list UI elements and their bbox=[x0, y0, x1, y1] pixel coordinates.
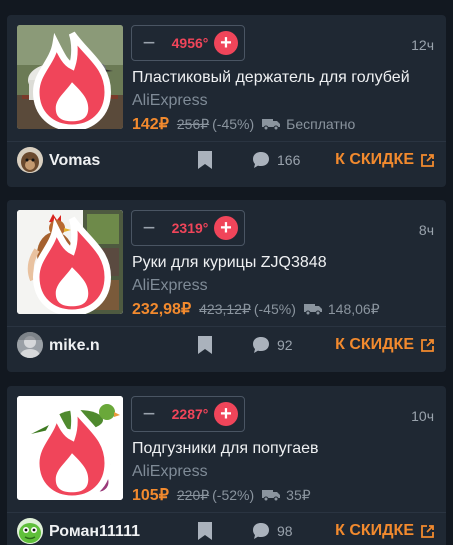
comments-count: 92 bbox=[277, 337, 293, 353]
go-to-deal-button[interactable]: К СКИДКЕ bbox=[335, 522, 434, 540]
username[interactable]: Vomas bbox=[49, 152, 100, 170]
truck-icon bbox=[262, 490, 281, 501]
deal-merchant[interactable]: AliExpress bbox=[132, 92, 208, 110]
vote-down-button[interactable]: − bbox=[132, 26, 166, 60]
deal-title[interactable]: Руки для курицы ZJQ3848 bbox=[132, 254, 436, 272]
deal-price: 232,98₽ bbox=[132, 301, 192, 318]
bookmark-icon[interactable] bbox=[197, 335, 213, 355]
deal-card[interactable]: − 4956° + 12ч Пластиковый держатель для … bbox=[7, 15, 446, 187]
vote-box: − 4956° + bbox=[131, 25, 245, 61]
go-to-deal-button[interactable]: К СКИДКЕ bbox=[335, 336, 434, 354]
deal-title[interactable]: Подгузники для попугаев bbox=[132, 440, 436, 458]
deal-old-price: 220₽ bbox=[176, 486, 210, 503]
avatar[interactable] bbox=[17, 332, 43, 358]
deal-old-price: 423,12₽ bbox=[199, 300, 251, 317]
deal-price: 105₽ bbox=[132, 487, 169, 504]
deal-title[interactable]: Пластиковый держатель для голубей bbox=[132, 69, 436, 87]
truck-icon bbox=[303, 304, 322, 315]
deal-time: 8ч bbox=[418, 222, 434, 238]
deal-footer: mike.n 92 К СКИДКЕ bbox=[7, 330, 446, 364]
deal-discount: (-52%) bbox=[212, 487, 255, 503]
hot-flame-icon bbox=[32, 31, 112, 129]
card-divider bbox=[7, 141, 446, 142]
deal-shipping: 35₽ bbox=[286, 486, 311, 503]
deal-card[interactable]: − 2287° + 10ч Подгузники для попугаев Al… bbox=[7, 386, 446, 545]
username[interactable]: mike.n bbox=[49, 337, 100, 355]
deal-footer: Роман11111 98 К СКИДКЕ bbox=[7, 516, 446, 545]
deal-merchant[interactable]: AliExpress bbox=[132, 277, 208, 295]
truck-icon bbox=[262, 119, 281, 130]
comment-bubble-icon bbox=[253, 152, 269, 168]
external-link-icon bbox=[421, 153, 434, 167]
deal-image[interactable] bbox=[17, 396, 123, 500]
comment-bubble-icon bbox=[253, 337, 269, 353]
deal-discount: (-45%) bbox=[253, 301, 296, 317]
deal-discount: (-45%) bbox=[212, 116, 255, 132]
deal-temperature: 2319° bbox=[171, 220, 209, 236]
comments-button[interactable]: 98 bbox=[251, 521, 293, 541]
vote-up-button[interactable]: + bbox=[214, 216, 238, 240]
vote-box: − 2287° + bbox=[131, 396, 245, 432]
deal-merchant[interactable]: AliExpress bbox=[132, 463, 208, 481]
price-line: 105₽ 220₽ (-52%) 35₽ bbox=[132, 485, 438, 505]
deal-time: 12ч bbox=[411, 37, 434, 53]
comments-count: 98 bbox=[277, 523, 293, 539]
bookmark-icon[interactable] bbox=[197, 521, 213, 541]
go-to-deal-label: К СКИДКЕ bbox=[335, 151, 414, 168]
avatar[interactable] bbox=[17, 518, 43, 544]
comment-bubble-icon bbox=[253, 523, 269, 539]
deal-shipping: Бесплатно bbox=[286, 116, 356, 132]
vote-box: − 2319° + bbox=[131, 210, 245, 246]
card-divider bbox=[7, 326, 446, 327]
deal-footer: Vomas 166 К СКИДКЕ bbox=[7, 145, 446, 179]
deal-image[interactable] bbox=[17, 210, 123, 314]
vote-up-button[interactable]: + bbox=[214, 31, 238, 55]
comments-count: 166 bbox=[277, 152, 301, 168]
deal-time: 10ч bbox=[411, 408, 434, 424]
hot-flame-icon bbox=[32, 216, 112, 314]
price-line: 142₽ 256₽ (-45%) Бесплатно bbox=[132, 114, 438, 134]
card-divider bbox=[7, 512, 446, 513]
deal-image[interactable] bbox=[17, 25, 123, 129]
external-link-icon bbox=[421, 524, 434, 538]
hot-flame-icon bbox=[32, 402, 112, 500]
go-to-deal-label: К СКИДКЕ bbox=[335, 522, 414, 539]
go-to-deal-button[interactable]: К СКИДКЕ bbox=[335, 151, 434, 169]
go-to-deal-label: К СКИДКЕ bbox=[335, 336, 414, 353]
external-link-icon bbox=[421, 338, 434, 352]
username[interactable]: Роман11111 bbox=[49, 523, 140, 541]
deal-temperature: 4956° bbox=[171, 35, 209, 51]
vote-down-button[interactable]: − bbox=[132, 211, 166, 245]
comments-button[interactable]: 166 bbox=[251, 150, 300, 170]
vote-down-button[interactable]: − bbox=[132, 397, 166, 431]
deal-old-price: 256₽ bbox=[176, 115, 210, 132]
deal-card[interactable]: − 2319° + 8ч Руки для курицы ZJQ3848 Ali… bbox=[7, 200, 446, 372]
comments-button[interactable]: 92 bbox=[251, 335, 293, 355]
bookmark-icon[interactable] bbox=[197, 150, 213, 170]
deal-price: 142₽ bbox=[132, 116, 169, 133]
deal-shipping: 148,06₽ bbox=[327, 300, 380, 317]
deal-temperature: 2287° bbox=[171, 406, 209, 422]
vote-up-button[interactable]: + bbox=[214, 402, 238, 426]
avatar[interactable] bbox=[17, 147, 43, 173]
price-line: 232,98₽ 423,12₽ (-45%) 148,06₽ bbox=[132, 299, 438, 319]
